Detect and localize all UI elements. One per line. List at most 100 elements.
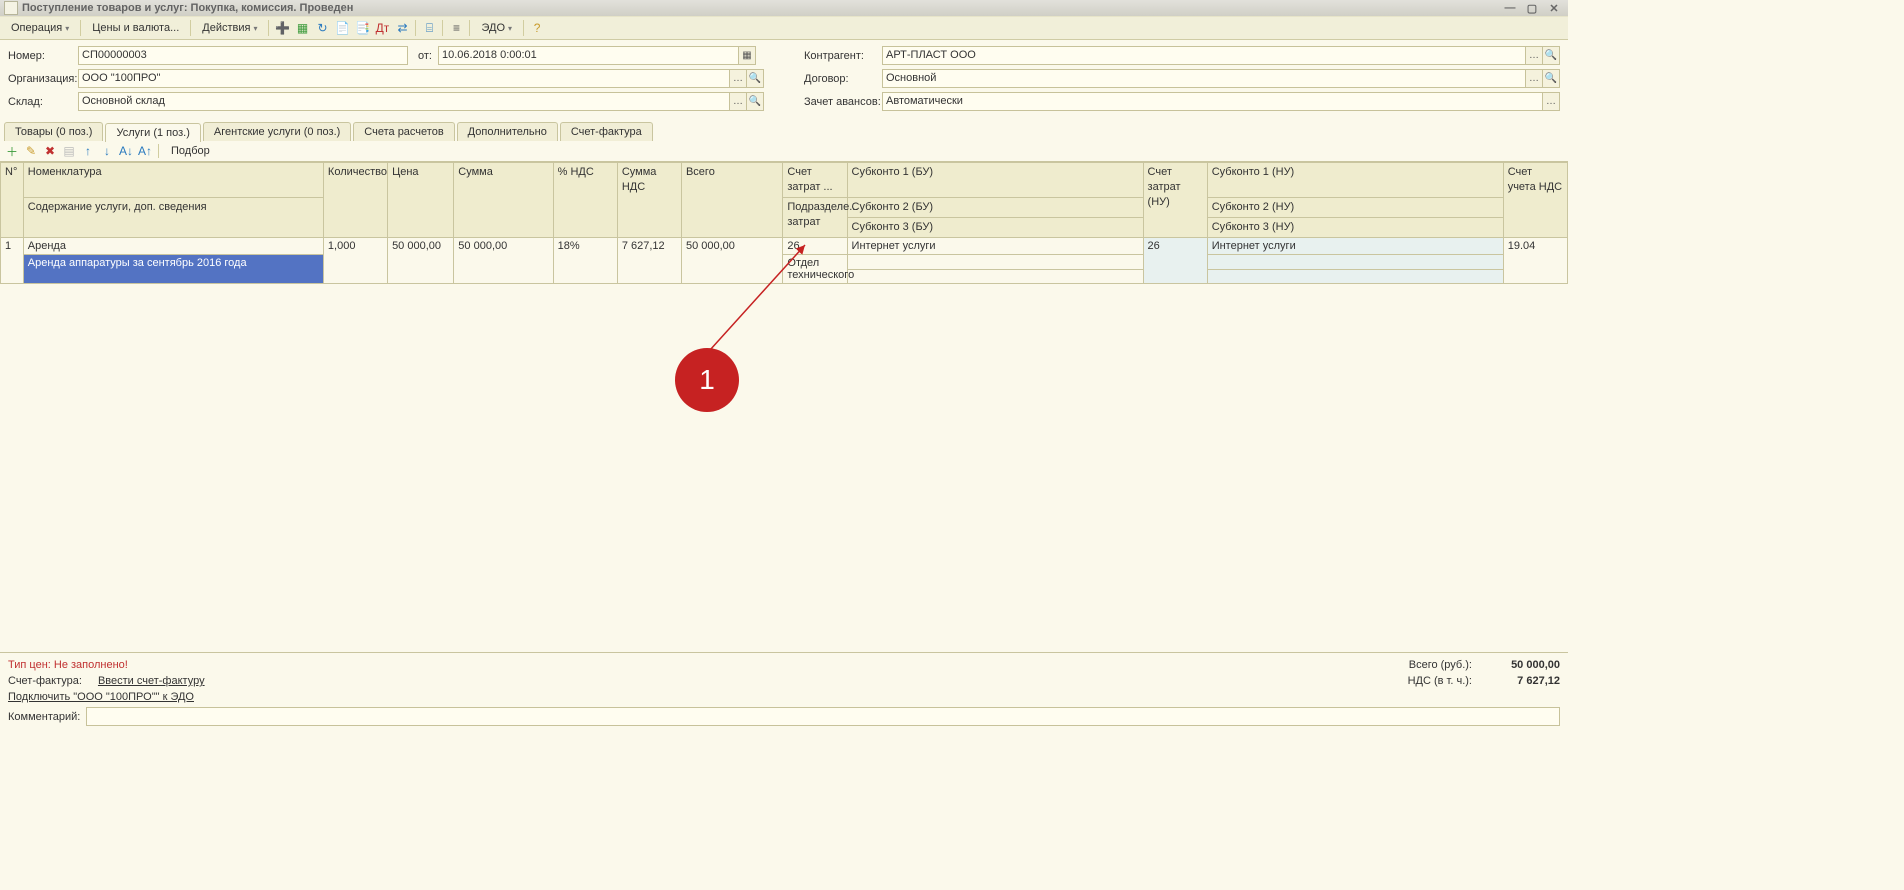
hdr-price[interactable]: Цена	[388, 163, 454, 238]
move-up-icon[interactable]: ↑	[80, 143, 96, 159]
hdr-nomsub[interactable]: Содержание услуги, доп. сведения	[23, 198, 323, 238]
number-input[interactable]: СП00000003	[78, 46, 408, 65]
list-icon[interactable]: ≡	[447, 19, 465, 37]
cell-sub1bu[interactable]: Интернет услуги	[847, 238, 1143, 255]
services-grid[interactable]: N° Номенклатура Количество Цена Сумма % …	[0, 162, 1568, 653]
org-open-icon[interactable]: 🔍	[747, 69, 764, 88]
close-button[interactable]: ✕	[1544, 1, 1564, 15]
structure-icon[interactable]: ⇄	[393, 19, 411, 37]
hdr-sub1bu[interactable]: Субконто 1 (БУ)	[847, 163, 1143, 198]
hdr-vatpct[interactable]: % НДС	[553, 163, 617, 238]
cell-nomsub[interactable]: Аренда аппаратуры за сентябрь 2016 года	[23, 255, 323, 284]
store-label: Склад:	[8, 96, 78, 108]
podbor-button[interactable]: Подбор	[164, 143, 217, 159]
tree-icon[interactable]: ⌸	[420, 19, 438, 37]
advance-select-icon[interactable]: …	[1543, 92, 1560, 111]
tab-agent[interactable]: Агентские услуги (0 поз.)	[203, 122, 351, 141]
hdr-sub2nu[interactable]: Субконто 2 (НУ)	[1207, 198, 1503, 218]
hdr-sub3nu[interactable]: Субконто 3 (НУ)	[1207, 218, 1503, 238]
cell-accnu[interactable]: 26	[1143, 238, 1207, 284]
table-row[interactable]: 1 Аренда 1,000 50 000,00 50 000,00 18% 7…	[1, 238, 1568, 255]
annotation-badge: 1	[675, 348, 739, 412]
cell-sum[interactable]: 50 000,00	[454, 238, 553, 284]
cell-n[interactable]: 1	[1, 238, 24, 284]
calendar-icon[interactable]: ▦	[739, 46, 756, 65]
cell-accbu[interactable]: 26	[783, 238, 847, 255]
date-input[interactable]: 10.06.2018 0:00:01	[438, 46, 739, 65]
hdr-accbu[interactable]: Счет затрат ...	[783, 163, 847, 198]
window-icon	[4, 1, 18, 15]
hdr-nom[interactable]: Номенклатура	[23, 163, 323, 198]
hdr-n[interactable]: N°	[1, 163, 24, 238]
tab-extra[interactable]: Дополнительно	[457, 122, 558, 141]
advance-input[interactable]: Автоматически	[882, 92, 1543, 111]
cell-vatsum[interactable]: 7 627,12	[617, 238, 681, 284]
store-select-icon[interactable]: …	[730, 92, 747, 111]
hdr-accbu-sub[interactable]: Подразделе... затрат	[783, 198, 847, 238]
contr-open-icon[interactable]: 🔍	[1543, 46, 1560, 65]
advance-label: Зачет авансов:	[804, 96, 882, 108]
store-input[interactable]: Основной склад	[78, 92, 730, 111]
tab-goods[interactable]: Товары (0 поз.)	[4, 122, 103, 141]
cell-sub1nu[interactable]: Интернет услуги	[1207, 238, 1503, 255]
table-row[interactable]: Аренда аппаратуры за сентябрь 2016 года …	[1, 255, 1568, 270]
connect-edo-link[interactable]: Подключить "ООО "100ПРО"" к ЭДО	[8, 691, 194, 703]
store-open-icon[interactable]: 🔍	[747, 92, 764, 111]
help-icon[interactable]: ?	[528, 19, 546, 37]
hdr-qty[interactable]: Количество	[323, 163, 387, 238]
org-input[interactable]: ООО "100ПРО"	[78, 69, 730, 88]
hdr-accnu[interactable]: Счет затрат (НУ)	[1143, 163, 1207, 238]
minimize-button[interactable]: —	[1500, 1, 1520, 15]
contract-select-icon[interactable]: …	[1526, 69, 1543, 88]
sort-asc-icon[interactable]: A↓	[118, 143, 134, 159]
edo-menu[interactable]: ЭДО	[474, 20, 519, 36]
cell-sub3nu[interactable]	[1207, 269, 1503, 284]
post-icon[interactable]: ➕	[273, 19, 291, 37]
maximize-button[interactable]: ▢	[1522, 1, 1542, 15]
prices-button[interactable]: Цены и валюта...	[85, 20, 186, 36]
contr-input[interactable]: АРТ-ПЛАСТ ООО	[882, 46, 1526, 65]
hdr-vatsum[interactable]: Сумма НДС	[617, 163, 681, 238]
dt-icon[interactable]: Дт	[373, 19, 391, 37]
basedon-icon[interactable]: 📑	[353, 19, 371, 37]
copy-row-icon[interactable]: ▤	[61, 143, 77, 159]
window-title: Поступление товаров и услуг: Покупка, ко…	[22, 2, 353, 14]
sort-desc-icon[interactable]: A↑	[137, 143, 153, 159]
refresh-icon[interactable]: ↻	[313, 19, 331, 37]
operation-menu[interactable]: Операция	[4, 20, 76, 36]
contr-label: Контрагент:	[804, 50, 882, 62]
contract-input[interactable]: Основной	[882, 69, 1526, 88]
cell-sub2bu[interactable]	[847, 255, 1143, 270]
delete-row-icon[interactable]: ✖	[42, 143, 58, 159]
sheet-icon[interactable]: ▦	[293, 19, 311, 37]
actions-menu[interactable]: Действия	[195, 20, 264, 36]
hdr-vatacc[interactable]: Счет учета НДС	[1503, 163, 1567, 238]
cell-total[interactable]: 50 000,00	[681, 238, 782, 284]
comment-input[interactable]	[86, 707, 1560, 726]
tab-settle[interactable]: Счета расчетов	[353, 122, 454, 141]
vat-value: 7 627,12	[1480, 675, 1560, 687]
tab-services[interactable]: Услуги (1 поз.)	[105, 123, 200, 142]
cell-vatacc[interactable]: 19.04	[1503, 238, 1567, 284]
copy-icon[interactable]: 📄	[333, 19, 351, 37]
cell-qty[interactable]: 1,000	[323, 238, 387, 284]
cell-nom[interactable]: Аренда	[23, 238, 323, 255]
cell-dept[interactable]: Отдел технического	[783, 255, 847, 284]
cell-sub3bu[interactable]	[847, 269, 1143, 284]
add-row-icon[interactable]: ＋	[4, 143, 20, 159]
cell-sub2nu[interactable]	[1207, 255, 1503, 270]
enter-invoice-link[interactable]: Ввести счет-фактуру	[98, 675, 205, 687]
tab-invoice[interactable]: Счет-фактура	[560, 122, 653, 141]
edit-row-icon[interactable]: ✎	[23, 143, 39, 159]
hdr-sub1nu[interactable]: Субконто 1 (НУ)	[1207, 163, 1503, 198]
hdr-total[interactable]: Всего	[681, 163, 782, 238]
cell-price[interactable]: 50 000,00	[388, 238, 454, 284]
org-select-icon[interactable]: …	[730, 69, 747, 88]
contract-open-icon[interactable]: 🔍	[1543, 69, 1560, 88]
move-down-icon[interactable]: ↓	[99, 143, 115, 159]
hdr-sub2bu[interactable]: Субконто 2 (БУ)	[847, 198, 1143, 218]
hdr-sub3bu[interactable]: Субконто 3 (БУ)	[847, 218, 1143, 238]
cell-vatpct[interactable]: 18%	[553, 238, 617, 284]
contr-select-icon[interactable]: …	[1526, 46, 1543, 65]
hdr-sum[interactable]: Сумма	[454, 163, 553, 238]
